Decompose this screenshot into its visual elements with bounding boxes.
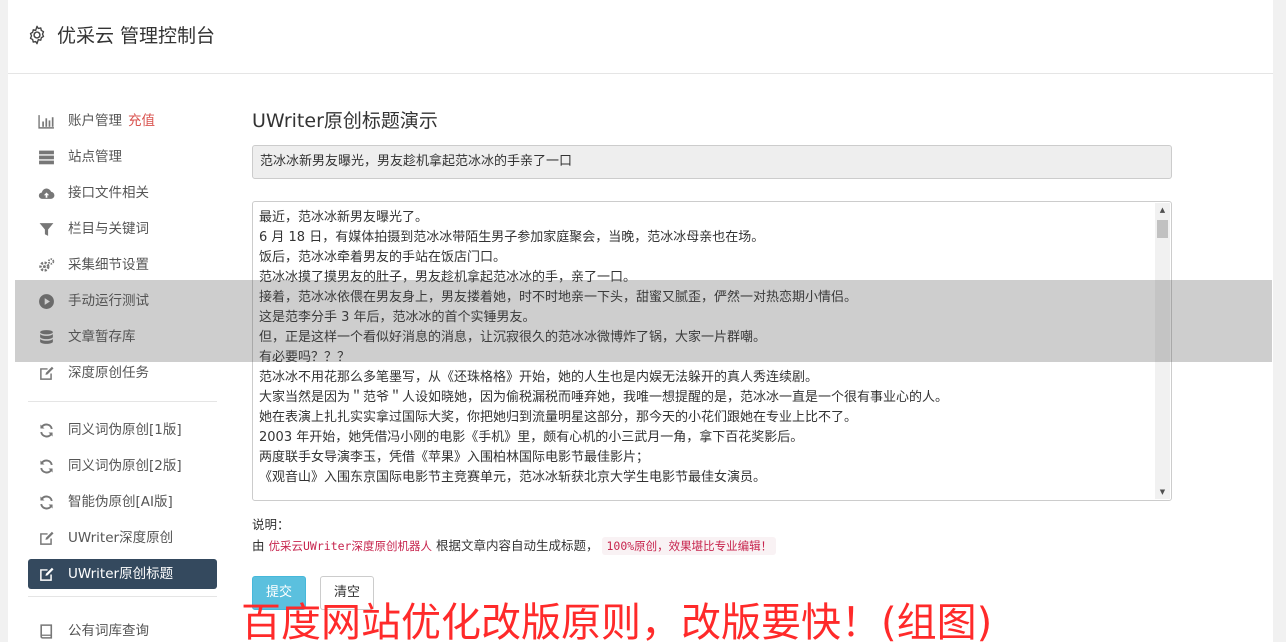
generated-title-field[interactable]: 范冰冰新男友曝光，男友趁机拿起范冰冰的手亲了一口: [252, 145, 1172, 179]
article-line: 6 月 18 日，有媒体拍摄到范冰冰带陌生男子参加家庭聚会，当晚，范冰冰母亲也在…: [259, 230, 765, 245]
sidebar-item-label: 同义词伪原创[1版]: [68, 422, 182, 438]
article-line: 她在表演上扎扎实实拿过国际大奖，你把她归到流量明星这部分，那今天的小花们跟她在专…: [259, 410, 858, 425]
article-line: 范冰冰不用花那么多笔墨写，从《还珠格格》开始，她的人生也是内娱无法躲开的真人秀连…: [259, 370, 819, 385]
note-middle: 根据文章内容自动生成标题，: [435, 538, 599, 553]
sidebar-item-public-lexicon[interactable]: 公有词库查询: [28, 616, 217, 642]
sidebar-item-label: 深度原创任务: [68, 365, 149, 381]
note-prefix: 由: [252, 538, 265, 553]
robot-name-code: 优采云UWriter深度原创机器人: [268, 539, 432, 553]
refresh-icon: [40, 459, 53, 474]
edit-icon: [40, 531, 54, 545]
sidebar-item-uwriter-title[interactable]: UWriter原创标题: [28, 559, 217, 589]
sidebar-item-label: 同义词伪原创[2版]: [68, 458, 182, 474]
filter-icon: [39, 223, 54, 236]
gray-overlay-band: [15, 280, 1272, 362]
sidebar-item-label: 公有词库查询: [68, 623, 149, 639]
app-header: 优采云 管理控制台: [8, 0, 1273, 74]
sidebar-item-deep-original-task[interactable]: 深度原创任务: [28, 358, 217, 388]
sidebar-item-synonym-v1[interactable]: 同义词伪原创[1版]: [28, 415, 217, 445]
sidebar-item-label: 栏目与关键词: [68, 221, 149, 237]
refresh-icon: [40, 423, 53, 438]
sidebar-item-ai-rewrite[interactable]: 智能伪原创[AI版]: [28, 487, 217, 517]
edit-icon: [40, 567, 54, 581]
cogs-icon: [39, 258, 55, 272]
sidebar-item-sites[interactable]: 站点管理: [28, 142, 217, 172]
article-line: 最近，范冰冰新男友曝光了。: [259, 210, 429, 225]
note-label: 说明：: [252, 517, 290, 532]
bar-chart-icon: [38, 115, 54, 129]
app-title: 优采云 管理控制台: [57, 25, 216, 47]
sidebar-item-account[interactable]: 账户管理 充值: [28, 106, 217, 136]
refresh-icon: [40, 495, 53, 510]
sidebar-item-uwriter-deep[interactable]: UWriter深度原创: [28, 523, 217, 553]
gear-icon: [29, 25, 45, 45]
sidebar-item-label: UWriter深度原创: [68, 530, 174, 546]
sidebar-item-label: UWriter原创标题: [68, 566, 174, 582]
sidebar-item-label: 站点管理: [68, 149, 122, 165]
article-line: 2003 年开始，她凭借冯小刚的电影《手机》里，颇有心机的小三武月一角，拿下百花…: [259, 430, 804, 445]
sidebar-item-label: 采集细节设置: [68, 257, 149, 273]
cloud-upload-icon: [38, 188, 55, 199]
sidebar-item-interface-files[interactable]: 接口文件相关: [28, 178, 217, 208]
book-icon: [40, 624, 53, 639]
sidebar-item-synonym-v2[interactable]: 同义词伪原创[2版]: [28, 451, 217, 481]
article-line: 两度联手女导演李玉，凭借《苹果》入围柏林国际电影节最佳影片；: [259, 450, 650, 465]
note-text: 由 优采云UWriter深度原创机器人 根据文章内容自动生成标题， 100%原创，…: [252, 536, 777, 556]
article-line: 大家当然是因为＂范爷＂人设如晓她，因为偷税漏税而唾弃她，我唯一想提醒的是，范冰冰…: [259, 390, 949, 405]
recharge-badge[interactable]: 充值: [128, 113, 155, 129]
watermark-caption: 百度网站优化改版原则，改版要快！(组图): [241, 600, 993, 642]
note-highlight: 100%原创，效果堪比专业编辑！: [602, 537, 777, 555]
sidebar-item-columns-keywords[interactable]: 栏目与关键词: [28, 214, 217, 244]
scrollbar-thumb[interactable]: [1157, 220, 1168, 238]
scroll-down-icon[interactable]: ▼: [1155, 485, 1170, 499]
sidebar-divider: [28, 596, 217, 597]
sidebar-item-label: 账户管理: [68, 113, 122, 129]
sidebar-item-label: 智能伪原创[AI版]: [68, 494, 173, 510]
server-icon: [39, 150, 54, 165]
sidebar-divider: [28, 401, 217, 402]
sidebar-item-label: 接口文件相关: [68, 185, 149, 201]
article-line: 《观音山》入围东京国际电影节主竞赛单元，范冰冰斩获北京大学生电影节最佳女演员。: [259, 470, 767, 485]
edit-icon: [40, 366, 54, 380]
article-line: 饭后，范冰冰牵着男友的手站在饭店门口。: [259, 250, 507, 265]
sidebar-item-collect-settings[interactable]: 采集细节设置: [28, 250, 217, 280]
scroll-up-icon[interactable]: ▲: [1155, 203, 1170, 217]
page-title: UWriter原创标题演示: [252, 110, 438, 132]
